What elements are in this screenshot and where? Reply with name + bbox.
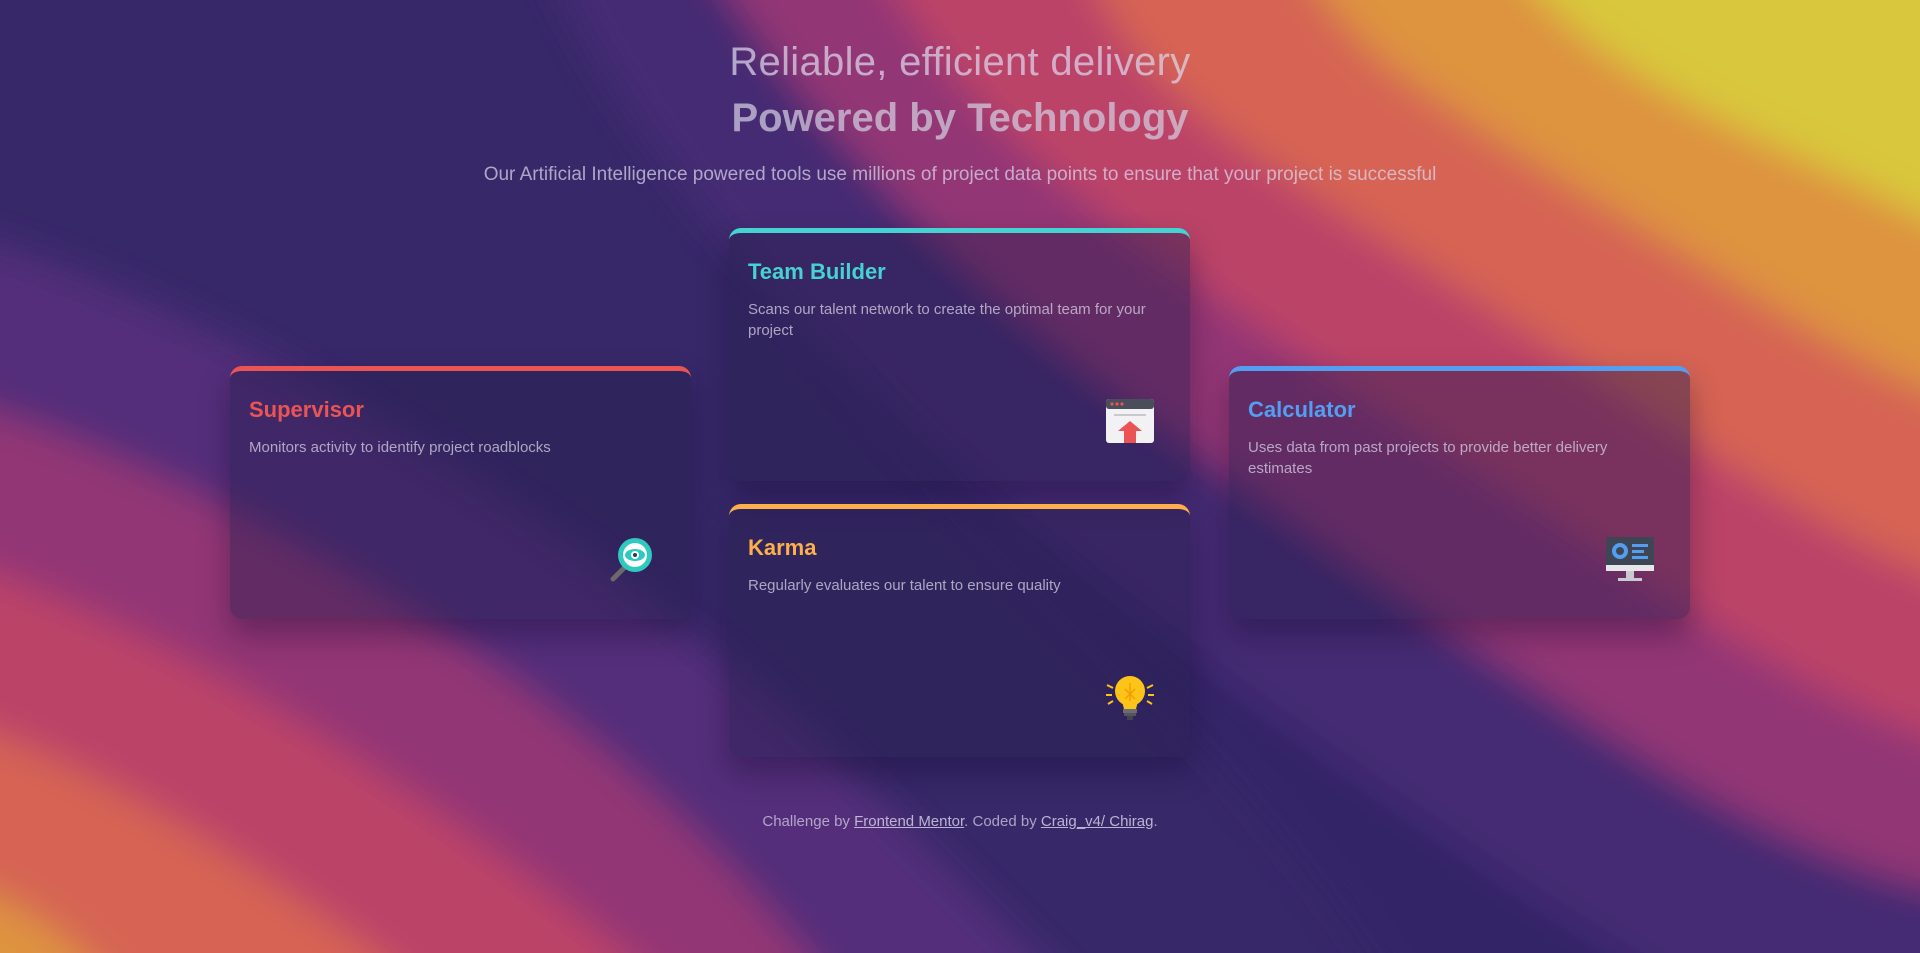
card-description: Monitors activity to identify project ro… [249, 439, 551, 456]
card-supervisor: Supervisor Monitors activity to identify… [230, 366, 691, 619]
card-karma: Karma Regularly evaluates our talent to … [729, 504, 1190, 757]
attribution-footer: Challenge by Frontend Mentor. Coded by C… [0, 813, 1920, 830]
card-description: Regularly evaluates our talent to ensure… [748, 577, 1061, 594]
card-calculator: Calculator Uses data from past projects … [1229, 366, 1690, 619]
card-title: Team Builder [748, 259, 886, 284]
card-title: Calculator [1248, 397, 1356, 422]
page-title: Powered by Technology [731, 96, 1189, 140]
footer-prefix: Challenge by [762, 813, 855, 830]
footer-middle: . Coded by [964, 813, 1041, 830]
tagline: Reliable, efficient delivery [729, 40, 1191, 84]
footer-suffix: . [1153, 813, 1158, 830]
author-link[interactable]: Craig_v4/ Chirag [1041, 813, 1154, 830]
magnifier-eye-icon [605, 533, 657, 585]
card-title: Karma [748, 535, 817, 560]
browser-upload-icon [1104, 395, 1156, 447]
frontend-mentor-link[interactable]: Frontend Mentor [854, 813, 964, 830]
page-subtitle: Our Artificial Intelligence powered tool… [483, 164, 1437, 185]
monitor-dashboard-icon [1604, 533, 1656, 585]
card-team-builder: Team Builder Scans our talent network to… [729, 228, 1190, 481]
card-title: Supervisor [249, 397, 364, 422]
card-description: Uses data from past projects to provide … [1248, 439, 1608, 477]
card-description: Scans our talent network to create the o… [748, 301, 1146, 339]
page-content: Reliable, efficient delivery Powered by … [0, 0, 1920, 953]
lightbulb-icon [1104, 671, 1156, 723]
